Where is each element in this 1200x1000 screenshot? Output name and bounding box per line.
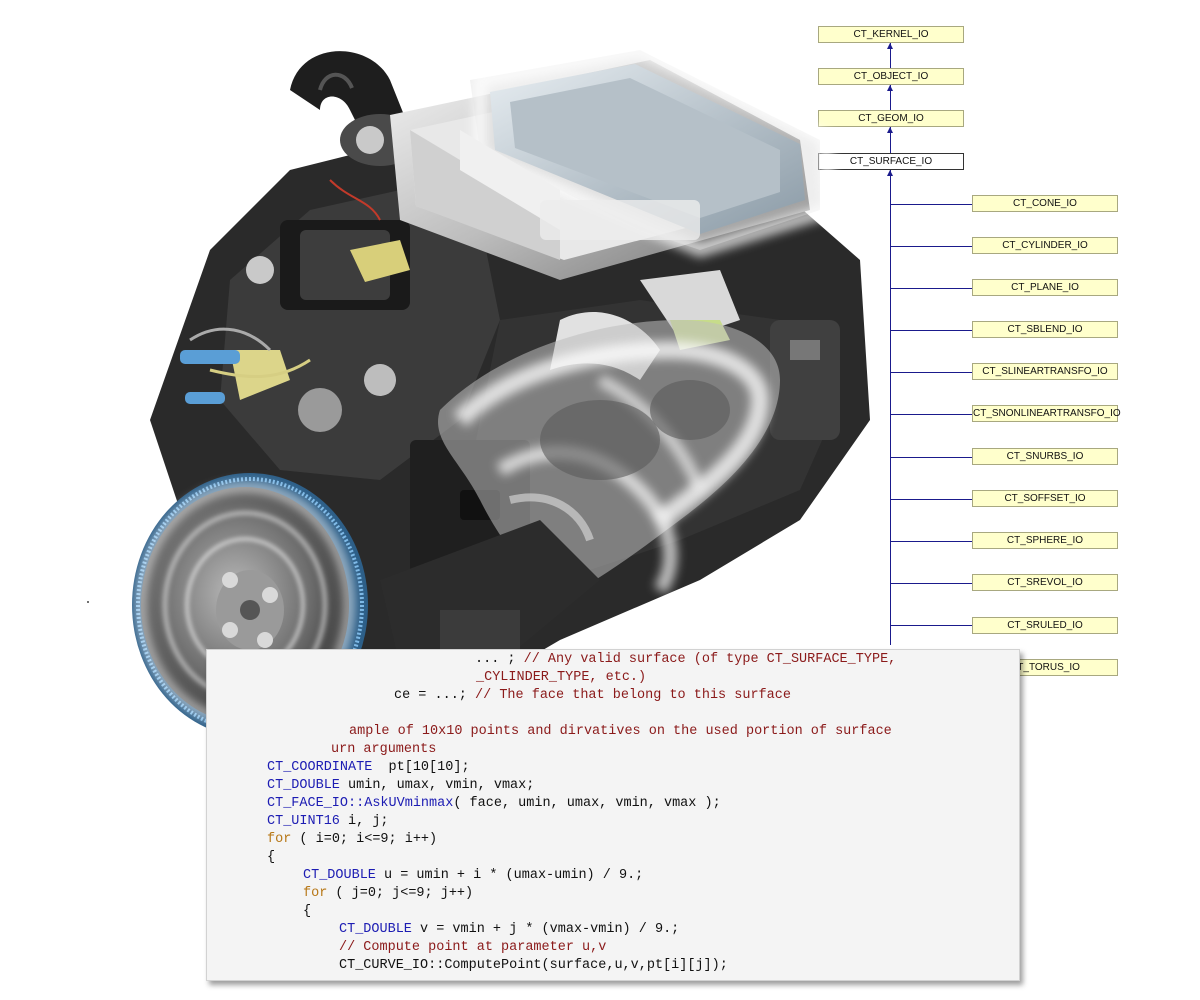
code-line-5: urn arguments xyxy=(331,741,436,759)
code-text: ( j=0; j<=9; j++) xyxy=(327,886,474,901)
node-ct-snonlineartransfo-io[interactable]: CT_SNONLINEARTRANSFO_IO xyxy=(972,405,1121,422)
node-ct-cone-io[interactable]: CT_CONE_IO xyxy=(972,195,1118,212)
branch-sphere xyxy=(890,541,972,542)
code-line-17: CT_CURVE_IO::ComputePoint(surface,u,v,pt… xyxy=(339,957,728,975)
branch-srevol xyxy=(890,583,972,584)
branch-snonlineartransfo xyxy=(890,414,972,415)
branch-slineartransfo xyxy=(890,372,972,373)
code-text: { xyxy=(303,904,312,919)
code-type: CT_DOUBLE xyxy=(339,922,412,937)
code-line-11: { xyxy=(267,849,275,867)
branch-sblend xyxy=(890,330,972,331)
code-comment: // Compute point at parameter u,v xyxy=(339,940,607,955)
code-text: i, j; xyxy=(339,814,389,829)
code-type: CT_DOUBLE xyxy=(303,868,376,883)
code-line-6: CT_COORDINATE pt[10[10]; xyxy=(267,759,470,777)
branch-snurbs xyxy=(890,457,972,458)
code-line-8: CT_FACE_IO::AskUVminmax( face, umin, uma… xyxy=(267,795,721,813)
code-line-13: for ( j=0; j<=9; j++) xyxy=(303,885,473,903)
engine-illustration-icon xyxy=(132,42,870,737)
code-line-14: { xyxy=(303,903,311,921)
code-comment: // The face that belong to this surface xyxy=(475,688,791,703)
code-line-12: CT_DOUBLE u = umin + i * (umax-umin) / 9… xyxy=(303,867,643,885)
code-comment: // Any valid surface (of type CT_SURFACE… xyxy=(523,652,897,667)
branch-sruled xyxy=(890,625,972,626)
node-ct-srevol-io[interactable]: CT_SREVOL_IO xyxy=(972,574,1118,591)
code-text: ( face, umin, umax, vmin, vmax ); xyxy=(453,796,721,811)
code-line-10: for ( i=0; i<=9; i++) xyxy=(267,831,437,849)
branch-cylinder xyxy=(890,246,972,247)
code-type: CT_UINT16 xyxy=(267,814,340,829)
code-text: pt[10[10]; xyxy=(372,760,470,775)
code-text: ( i=0; i<=9; i++) xyxy=(291,832,438,847)
code-comment: urn arguments xyxy=(331,742,437,757)
code-text: v = vmin + j * (vmax-vmin) / 9.; xyxy=(411,922,680,937)
code-line-16: // Compute point at parameter u,v xyxy=(339,939,606,957)
code-text: u = umin + i * (umax-umin) / 9.; xyxy=(375,868,644,883)
code-text: { xyxy=(267,850,276,865)
branch-plane xyxy=(890,288,972,289)
code-comment: _CYLINDER_TYPE, etc.) xyxy=(476,670,647,685)
branch-cone xyxy=(890,204,972,205)
node-ct-sruled-io[interactable]: CT_SRULED_IO xyxy=(972,617,1118,634)
node-ct-sphere-io[interactable]: CT_SPHERE_IO xyxy=(972,532,1118,549)
node-ct-sblend-io[interactable]: CT_SBLEND_IO xyxy=(972,321,1118,338)
code-type: CT_COORDINATE xyxy=(267,760,373,775)
code-keyword: for xyxy=(303,886,328,901)
code-text: CT_CURVE_IO::ComputePoint(surface,u,v,pt… xyxy=(339,958,728,973)
node-ct-slineartransfo-io[interactable]: CT_SLINEARTRANSFO_IO xyxy=(972,363,1118,380)
code-text: ce = ...; xyxy=(394,688,476,703)
branch-soffset xyxy=(890,499,972,500)
code-type: CT_DOUBLE xyxy=(267,778,340,793)
code-panel: ... ; // Any valid surface (of type CT_S… xyxy=(206,649,1020,981)
node-ct-snurbs-io[interactable]: CT_SNURBS_IO xyxy=(972,448,1118,465)
code-line-15: CT_DOUBLE v = vmin + j * (vmax-vmin) / 9… xyxy=(339,921,679,939)
code-line-2: _CYLINDER_TYPE, etc.) xyxy=(476,669,646,687)
node-ct-cylinder-io[interactable]: CT_CYLINDER_IO xyxy=(972,237,1118,254)
code-text: ... ; xyxy=(475,652,524,667)
code-line-4: ample of 10x10 points and dirvatives on … xyxy=(349,723,892,741)
code-comment: ample of 10x10 points and dirvatives on … xyxy=(349,724,892,739)
code-line-7: CT_DOUBLE umin, umax, vmin, vmax; xyxy=(267,777,534,795)
code-keyword: for xyxy=(267,832,292,847)
node-ct-plane-io[interactable]: CT_PLANE_IO xyxy=(972,279,1118,296)
code-type: CT_FACE_IO::AskUVminmax xyxy=(267,796,454,811)
node-ct-soffset-io[interactable]: CT_SOFFSET_IO xyxy=(972,490,1118,507)
code-text: umin, umax, vmin, vmax; xyxy=(339,778,535,793)
code-line-3: ce = ...; // The face that belong to thi… xyxy=(394,687,791,705)
code-line-9: CT_UINT16 i, j; xyxy=(267,813,389,831)
code-line-1: ... ; // Any valid surface (of type CT_S… xyxy=(475,651,896,669)
